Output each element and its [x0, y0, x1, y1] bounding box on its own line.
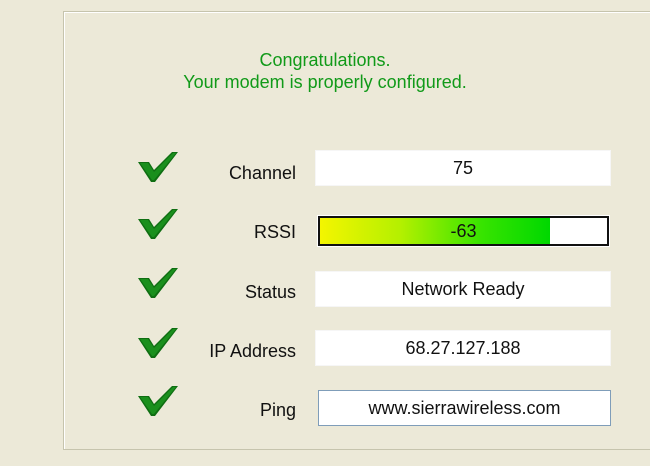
ping-label: Ping	[259, 400, 296, 420]
modem-status-window: Congratulations. Your modem is properly …	[0, 0, 650, 466]
ip-address-field: 68.27.127.188	[315, 330, 611, 366]
ip-address-label: IP Address	[209, 341, 296, 361]
status-field: Network Ready	[315, 271, 611, 307]
status-label: Status	[244, 282, 296, 302]
ping-field[interactable]: www.sierrawireless.com	[318, 390, 611, 426]
channel-label: Channel	[228, 163, 296, 183]
rssi-label: RSSI	[253, 222, 296, 242]
rssi-value: -63	[450, 220, 477, 241]
congratulations-text: Congratulations.	[259, 50, 391, 70]
configured-message: Your modem is properly configured.	[183, 72, 467, 92]
rssi-signal-bar: -63	[317, 215, 610, 247]
channel-field: 75	[315, 150, 611, 186]
